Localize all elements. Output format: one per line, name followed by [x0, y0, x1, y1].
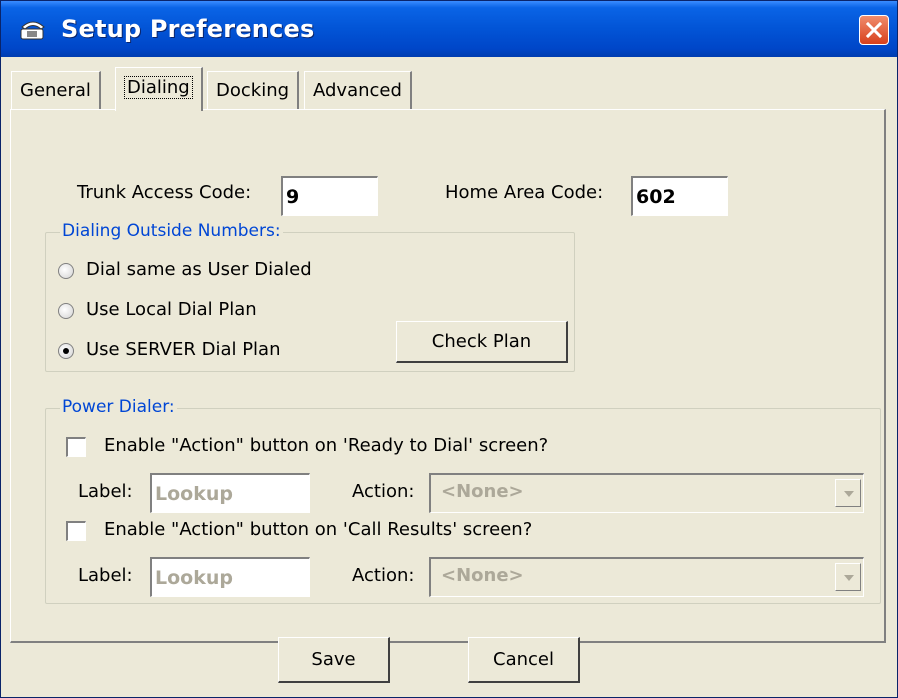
home-area-code-label: Home Area Code: [445, 182, 604, 203]
phone-icon [20, 21, 45, 40]
radio-label: Use Local Dial Plan [86, 299, 257, 320]
radio-server-dial-plan[interactable] [58, 343, 74, 359]
dialing-outside-numbers-group: Dialing Outside Numbers: Dial same as Us… [45, 221, 575, 372]
enable-call-results-checkbox[interactable] [66, 521, 86, 541]
call-results-label-input[interactable]: Lookup [150, 557, 310, 597]
dropdown-button[interactable] [835, 479, 861, 507]
tab-label: General [20, 80, 91, 101]
checkbox-label: Enable "Action" button on 'Ready to Dial… [104, 435, 549, 456]
save-button[interactable]: Save [278, 637, 390, 683]
group-title: Dialing Outside Numbers: [60, 221, 283, 241]
group-title: Power Dialer: [60, 397, 177, 417]
action-caption: Action: [352, 565, 415, 586]
close-button[interactable] [859, 15, 889, 45]
tab-docking[interactable]: Docking [207, 71, 300, 109]
enable-ready-to-dial-checkbox[interactable] [66, 437, 86, 457]
tab-advanced[interactable]: Advanced [304, 71, 412, 109]
select-value: <None> [441, 481, 524, 502]
checkbox-label: Enable "Action" button on 'Call Results'… [104, 519, 533, 540]
select-value: <None> [441, 565, 524, 586]
tab-label: Advanced [313, 80, 402, 101]
dialog-client-area: General Dialing Docking Advanced Trunk A… [8, 59, 890, 693]
dropdown-button[interactable] [835, 563, 861, 591]
radio-dial-same[interactable] [58, 263, 74, 279]
tab-general[interactable]: General [11, 71, 101, 109]
trunk-access-code-input[interactable]: 9 [281, 176, 378, 216]
radio-local-dial-plan[interactable] [58, 303, 74, 319]
label-caption: Label: [78, 481, 133, 502]
ready-to-dial-action-select[interactable]: <None> [429, 473, 864, 513]
tab-dialing[interactable]: Dialing [115, 67, 203, 111]
ready-to-dial-label-input[interactable]: Lookup [150, 473, 310, 513]
title-bar[interactable]: Setup Preferences [1, 1, 897, 57]
radio-label: Use SERVER Dial Plan [86, 339, 281, 360]
label-caption: Label: [78, 565, 133, 586]
tab-label: Docking [216, 80, 290, 101]
tab-label: Dialing [124, 76, 193, 99]
home-area-code-input[interactable]: 602 [631, 176, 728, 216]
action-caption: Action: [352, 481, 415, 502]
trunk-access-code-label: Trunk Access Code: [77, 182, 252, 203]
cancel-button[interactable]: Cancel [468, 637, 580, 683]
close-icon [866, 22, 882, 38]
call-results-action-select[interactable]: <None> [429, 557, 864, 597]
chevron-down-icon [844, 491, 854, 497]
dialing-tab-panel: Trunk Access Code: 9 Home Area Code: 602… [10, 109, 886, 643]
chevron-down-icon [844, 575, 854, 581]
setup-preferences-dialog: Setup Preferences General Dialing Dockin… [0, 0, 898, 698]
power-dialer-group: Power Dialer: Enable "Action" button on … [45, 397, 881, 604]
radio-selected-dot [63, 348, 69, 354]
radio-label: Dial same as User Dialed [86, 259, 312, 280]
window-title: Setup Preferences [61, 15, 315, 43]
check-plan-button[interactable]: Check Plan [396, 321, 568, 363]
